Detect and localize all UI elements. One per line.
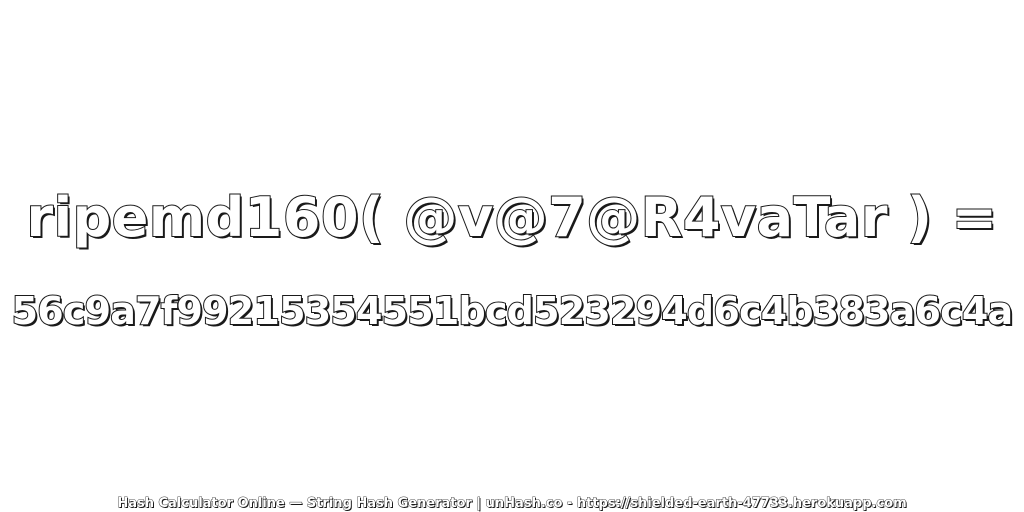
hash-expression: ripemd160( @v@7@R4vaTar ) = (25, 185, 998, 250)
hash-result: 56c9a7f99215354551bcd523294d6c4b383a6c4a (11, 288, 1015, 334)
footer-caption: Hash Calculator Online — String Hash Gen… (117, 496, 907, 512)
